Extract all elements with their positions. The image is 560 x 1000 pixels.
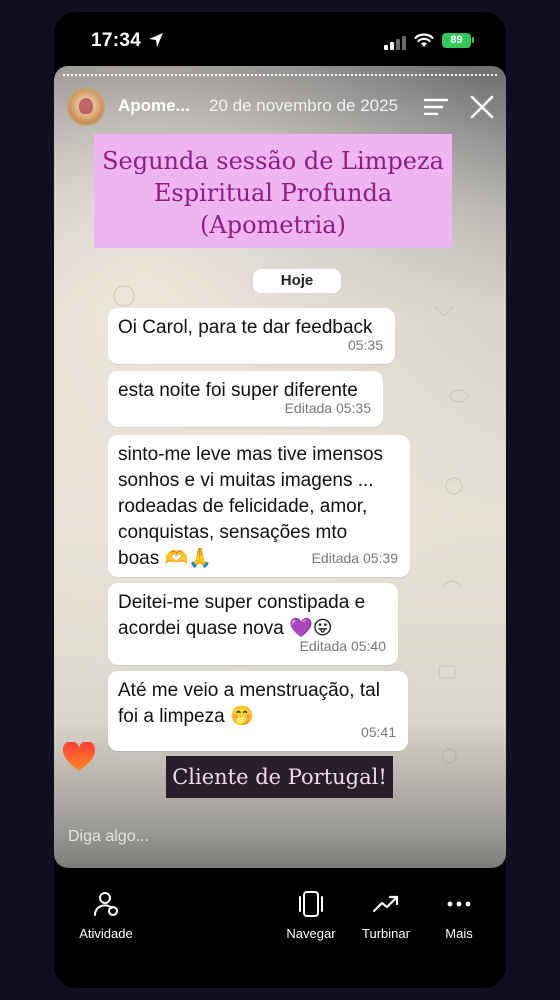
battery-icon: 89	[442, 33, 471, 48]
chat-message-time: 05:35	[347, 337, 383, 353]
close-icon[interactable]	[470, 95, 494, 119]
chat-message-text: Até me veio a menstruação, tal foi a lim…	[118, 680, 380, 727]
story-title-box: Segunda sessão de Limpeza Espiritual Pro…	[94, 134, 452, 248]
signal-icon	[384, 36, 406, 50]
chat-message-text: Oi Carol, para te dar feedback	[118, 317, 373, 338]
phone-screen: 17:34 89 Apome... 20 de novembro de 2025…	[54, 12, 506, 988]
activity-label: Atividade	[79, 926, 133, 941]
story-title-line: Espiritual Profunda	[153, 179, 393, 207]
more-label: Mais	[445, 926, 473, 941]
story-title-line: Segunda sessão de Limpeza	[102, 147, 444, 175]
story-progress-bar	[63, 74, 497, 77]
browse-icon	[299, 891, 323, 917]
more-button[interactable]: Mais	[434, 890, 484, 941]
activity-icon	[94, 892, 118, 916]
activity-button[interactable]: Atividade	[74, 890, 138, 941]
chat-message-time: Editada 05:35	[284, 400, 371, 416]
chat-bubble: Até me veio a menstruação, tal foi a lim…	[108, 671, 408, 751]
heart-reaction-icon[interactable]	[62, 742, 96, 772]
chat-message-time: 05:41	[360, 724, 396, 740]
wifi-icon	[414, 33, 434, 47]
status-bar: 17:34 89	[54, 12, 506, 66]
browse-label: Navegar	[286, 926, 336, 941]
boost-button[interactable]: Turbinar	[354, 890, 418, 941]
story-title-line: (Apometria)	[200, 211, 346, 239]
avatar[interactable]	[67, 88, 105, 126]
bottom-toolbar: Atividade Navegar Turbinar Mais	[54, 882, 506, 988]
status-time: 17:34	[91, 30, 142, 51]
browse-button[interactable]: Navegar	[280, 890, 342, 941]
trending-up-icon	[372, 895, 399, 913]
chat-bubble: esta noite foi super diferente Editada 0…	[108, 371, 383, 427]
avatar-logo	[79, 98, 93, 114]
chat-bubble: Oi Carol, para te dar feedback 05:35	[108, 308, 395, 364]
chat-bubble: sinto-me leve mas tive imensos sonhos e …	[108, 435, 410, 577]
boost-label: Turbinar	[362, 926, 410, 941]
story-frame[interactable]: Apome... 20 de novembro de 2025 Segunda …	[54, 66, 506, 868]
battery-tip	[472, 37, 474, 43]
chat-message-time: Editada 05:40	[299, 638, 386, 654]
chat-bubble: Deitei-me super constipada e acordei qua…	[108, 583, 398, 665]
menu-icon[interactable]	[424, 97, 448, 115]
story-date: 20 de novembro de 2025	[209, 96, 399, 115]
chat-date-pill: Hoje	[253, 269, 341, 293]
story-username[interactable]: Apome...	[118, 96, 190, 116]
reply-input[interactable]: Diga algo...	[68, 828, 149, 846]
story-caption: Cliente de Portugal!	[166, 756, 393, 798]
more-dots-icon	[447, 901, 471, 907]
chat-message-time: Editada 05:39	[311, 550, 398, 566]
story-header: Apome... 20 de novembro de 2025	[54, 84, 506, 130]
location-arrow-icon	[149, 33, 163, 47]
